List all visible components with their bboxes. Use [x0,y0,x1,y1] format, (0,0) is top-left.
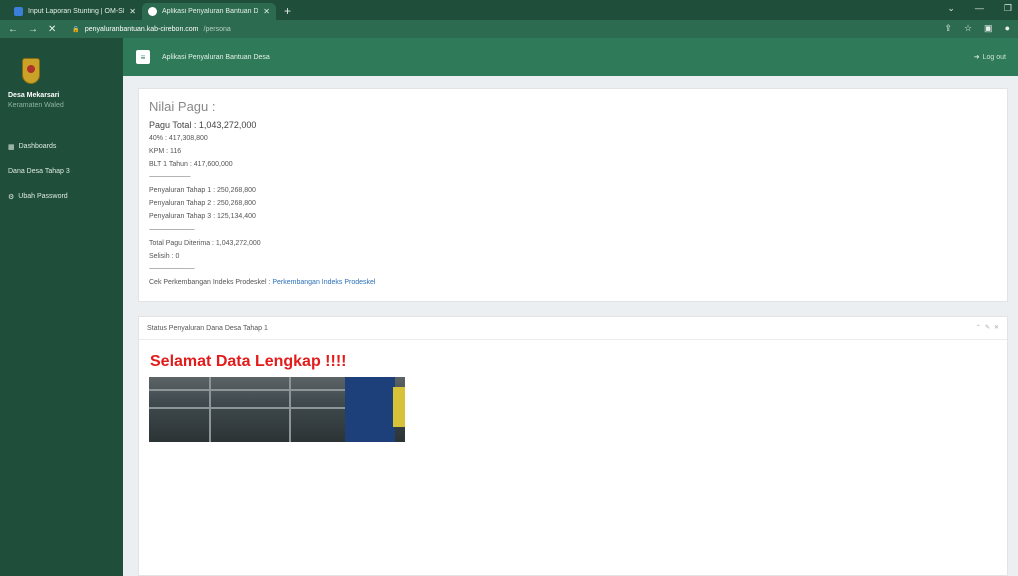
app-title: Aplikasi Penyaluran Bantuan Desa [162,53,270,61]
chevron-down-icon[interactable]: ⌄ [947,3,955,14]
photo-detail [149,389,349,391]
address-bar: ← → ✕ 🔒 penyaluranbantuan.kab-cirebon.co… [0,20,1018,38]
divider: ----------------------------------------… [149,266,195,272]
minimize-button[interactable]: — [975,3,984,14]
penyaluran-tahap-3: Penyaluran Tahap 3 : 125,134,400 [149,213,256,220]
documentation-photo [149,377,405,442]
menu-toggle-button[interactable]: ≡ [136,50,150,64]
total-pagu-diterima: Total Pagu Diterima : 1,043,272,000 [149,240,261,247]
tab-title: Aplikasi Penyaluran Bantuan Des [162,8,259,15]
status-panel-header: Status Penyaluran Dana Desa Tahap 1 ⌃ ✎ … [139,317,1007,340]
status-message: Selamat Data Lengkap !!!! [150,353,347,370]
pagu-total: Pagu Total : 1,043,272,000 [149,120,257,130]
photo-detail [209,377,211,442]
sidebar-item-label: Dashboards [18,143,57,150]
selisih: Selisih : 0 [149,253,180,260]
tab-title: Input Laporan Stunting | OM-SPI [28,8,125,15]
browser-tab-stunting[interactable]: Input Laporan Stunting | OM-SPI ✕ [8,3,142,20]
grid-icon: ▦ [8,143,15,151]
browser-actions: ⇪ ☆ ▣ ● [944,23,1010,34]
star-icon[interactable]: ☆ [964,23,972,34]
sidebar-item-ubah-password[interactable]: ⚙ Ubah Password [0,184,123,209]
share-icon[interactable]: ⇪ [944,23,952,34]
logout-button[interactable]: ➜ Log out [973,53,1006,62]
photo-detail [345,377,395,442]
user-name: Desa Mekarsari [8,92,60,99]
status-panel-title: Status Penyaluran Dana Desa Tahap 1 [147,324,268,332]
perkembangan-indeks-link[interactable]: Perkembangan Indeks Prodeskel [272,279,375,286]
close-icon[interactable]: ✕ [129,7,136,16]
close-icon[interactable]: ✕ [994,324,999,331]
url-field[interactable]: 🔒 penyaluranbantuan.kab-cirebon.com/pers… [72,26,230,33]
top-header: ≡ Aplikasi Penyaluran Bantuan Desa ➜ Log… [123,38,1018,76]
pagu-heading: Nilai Pagu : [149,99,216,114]
sidebar-item-dashboards[interactable]: ▦ Dashboards [0,134,123,159]
cek-indeks-row: Cek Perkembangan Indeks Prodeskel : Perk… [149,279,375,286]
penyaluran-tahap-2: Penyaluran Tahap 2 : 250,268,800 [149,200,256,207]
user-subtitle: Keramaten Waled [8,102,64,109]
pagu-40-percent: 40% : 417,308,800 [149,135,208,142]
forward-icon[interactable]: → [28,24,38,35]
panel-tools: ⌃ ✎ ✕ [976,324,999,331]
sidebar-item-label: Ubah Password [18,193,68,200]
hamburger-icon: ≡ [140,52,146,62]
status-panel: Status Penyaluran Dana Desa Tahap 1 ⌃ ✎ … [138,316,1008,576]
gear-icon: ⚙ [8,193,15,201]
url-host: penyaluranbantuan.kab-cirebon.com [84,25,199,33]
browser-tab-bar: Input Laporan Stunting | OM-SPI ✕ Aplika… [0,0,1018,20]
document-icon [14,7,23,16]
sidebar-nav: ▦ Dashboards Dana Desa Tahap 3 ⚙ Ubah Pa… [0,134,123,209]
lock-icon: 🔒 [72,26,80,33]
browser-tab-aplikasi[interactable]: Aplikasi Penyaluran Bantuan Des ✕ [142,3,276,20]
logout-icon: ➜ [973,54,980,61]
divider: ----------------------------------------… [149,174,191,180]
collapse-icon[interactable]: ⌃ [976,324,981,331]
back-icon[interactable]: ← [8,24,18,35]
sidebar-item-dana-desa-tahap-3[interactable]: Dana Desa Tahap 3 [0,159,123,184]
sidebar: Desa Mekarsari Keramaten Waled ▦ Dashboa… [0,38,123,576]
pagu-blt: BLT 1 Tahun : 417,600,000 [149,161,233,168]
regency-logo [22,58,40,84]
maximize-button[interactable]: ❐ [1004,3,1012,14]
pagu-panel: Nilai Pagu : Pagu Total : 1,043,272,000 … [138,88,1008,302]
cek-indeks-label: Cek Perkembangan Indeks Prodeskel : [149,279,271,286]
photo-detail [289,377,291,442]
new-tab-button[interactable]: + [284,4,291,18]
site-icon [148,7,157,16]
url-path: /persona [203,25,231,33]
photo-detail [393,387,405,427]
sidebar-item-label: Dana Desa Tahap 3 [8,168,70,175]
edit-icon[interactable]: ✎ [985,324,990,331]
profile-icon[interactable]: ● [1005,23,1010,34]
close-icon[interactable]: ✕ [263,7,270,16]
pagu-kpm: KPM : 116 [149,148,182,155]
window-controls: ⌄ — ❐ [947,3,1012,14]
divider: ----------------------------------------… [149,227,195,233]
sidepanel-icon[interactable]: ▣ [984,23,993,34]
penyaluran-tahap-1: Penyaluran Tahap 1 : 250,268,800 [149,187,256,194]
logout-label: Log out [982,53,1006,61]
photo-detail [149,407,349,409]
stop-icon[interactable]: ✕ [48,24,56,35]
